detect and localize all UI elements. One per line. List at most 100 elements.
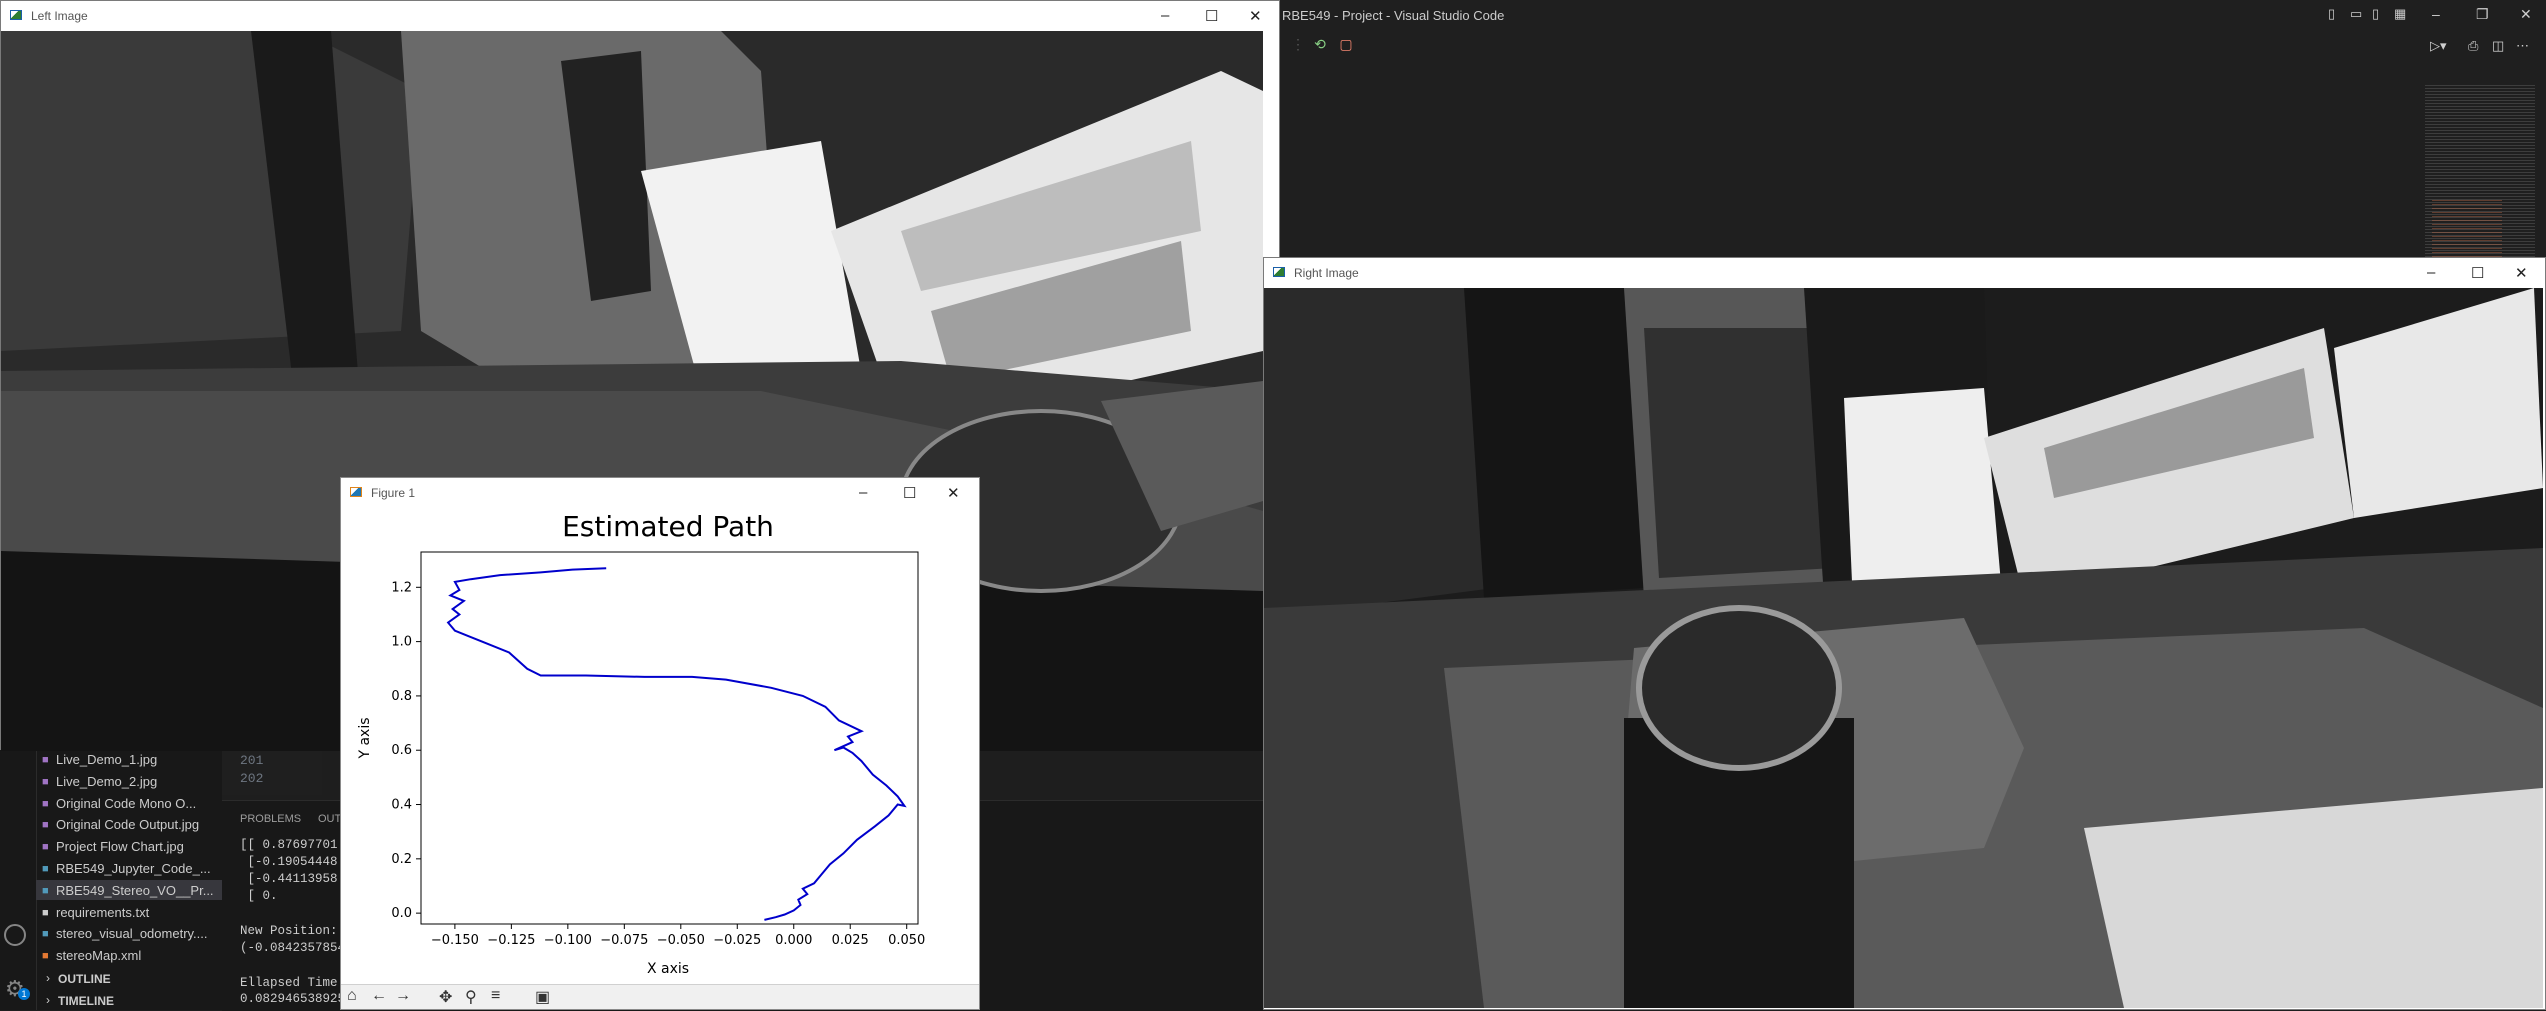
figure-window: Figure 1 – ☐ ✕ Estimated Path −0.150 −0.1… [340,477,980,1010]
explorer-file-item[interactable]: Original Code Mono O... [56,796,196,811]
restart-icon[interactable]: ⟲ [1312,36,1328,52]
minimize-icon[interactable]: – [2427,264,2435,281]
print-icon[interactable]: ⎙ [2468,38,2478,54]
tab-output[interactable]: OUT [318,813,341,825]
activity-bar [0,745,37,1010]
image-file-icon: ■ [42,776,49,788]
terminal-line: 0.0829465389257 [240,992,353,1006]
pan-icon[interactable]: ✥ [439,987,452,1007]
timeline-chevron-icon[interactable]: › [46,993,50,1007]
line-number: 202 [240,771,264,786]
explorer-file-item[interactable]: RBE549_Stereo_VO__Pr... [56,883,214,898]
y-tick-label: 1.0 [391,635,412,650]
configure-subplots-icon[interactable]: ≡ [491,987,500,1005]
minimap-highlight [2432,200,2502,260]
close-icon[interactable]: ✕ [2515,264,2528,282]
terminal-line: [-0.19054448 [240,855,338,869]
minimize-icon[interactable]: – [1161,7,1169,24]
tab-problems[interactable]: PROBLEMS [240,813,301,825]
notebook-file-icon: ■ [42,885,49,897]
notebook-file-icon: ■ [42,863,49,875]
y-axis-label: Y axis [357,717,373,759]
plot-area [420,551,919,925]
forward-icon[interactable]: → [395,987,411,1005]
explorer-file-item[interactable]: RBE549_Jupyter_Code_... [56,861,211,876]
stop-icon[interactable]: ▢ [1338,36,1354,52]
save-icon[interactable]: ▣ [535,987,550,1007]
right-camera-image [1264,288,2543,1008]
home-icon[interactable]: ⌂ [347,987,357,1005]
close-icon[interactable]: ✕ [947,484,960,502]
image-file-icon: ■ [42,819,49,831]
terminal-line: (-0.0842357854 [240,941,346,955]
editor-area[interactable] [1280,60,2546,260]
x-tick-label: 0.050 [888,933,925,948]
y-tick-label: 0.8 [391,689,412,704]
back-icon[interactable]: ← [371,987,387,1005]
explorer-file-item[interactable]: requirements.txt [56,905,149,920]
toggle-sidebar-icon[interactable]: ▯ [2328,6,2335,22]
close-icon[interactable]: ✕ [1249,7,1262,25]
explorer-file-item[interactable]: Live_Demo_2.jpg [56,774,157,789]
explorer-file-item[interactable]: stereo_visual_odometry.... [56,926,208,941]
left-window-titlebar[interactable]: Left Image – ☐ ✕ [1,1,1279,31]
zoom-icon[interactable]: ⚲ [465,987,477,1007]
right-window-titlebar[interactable]: Right Image – ☐ ✕ [1264,258,2545,288]
image-file-icon: ■ [42,841,49,853]
x-tick-label: −0.100 [544,933,592,948]
window-app-icon [10,10,22,20]
x-tick-label: −0.050 [657,933,705,948]
vscode-restore-icon[interactable]: ❐ [2476,6,2489,23]
text-file-icon: ■ [42,907,49,919]
outline-chevron-icon[interactable]: › [46,971,50,985]
toggle-panel-icon[interactable]: ▭ [2350,6,2362,22]
xml-file-icon: ■ [42,950,49,962]
toggle-secondary-sidebar-icon[interactable]: ▯ [2372,6,2379,22]
terminal-line: Ellapsed Time: [240,976,346,990]
drag-handle-icon[interactable]: ⋮ [1290,36,1306,52]
matplotlib-icon [350,487,362,497]
x-tick-label: −0.125 [487,933,535,948]
terminal-line: [ 0. [240,889,278,903]
x-tick-label: −0.075 [600,933,648,948]
chart-title: Estimated Path [562,510,774,543]
image-file-icon: ■ [42,754,49,766]
customize-layout-icon[interactable]: ▦ [2394,6,2406,22]
figure-title: Figure 1 [371,486,416,500]
maximize-icon[interactable]: ☐ [1205,7,1218,25]
run-icon[interactable]: ▷▾ [2430,38,2447,54]
y-tick-label: 1.2 [391,580,412,595]
explorer-file-item[interactable]: Original Code Output.jpg [56,817,199,832]
x-tick-label: −0.025 [713,933,761,948]
vscode-close-icon[interactable]: ✕ [2520,6,2532,23]
account-icon[interactable] [4,924,26,946]
right-image-window: Right Image – ☐ ✕ [1263,257,2546,1010]
more-actions-icon[interactable]: ⋯ [2516,38,2529,54]
x-tick-label: −0.150 [431,933,479,948]
line-number: 201 [240,753,264,768]
python-file-icon: ■ [42,928,49,940]
left-window-title: Left Image [31,9,88,23]
figure-toolbar: ⌂ ← → ✥ ⚲ ≡ ▣ [341,984,979,1009]
terminal-line: [-0.44113958 [240,872,338,886]
vscode-minimize-icon[interactable]: – [2432,6,2440,22]
terminal-line: New Position: [240,924,338,938]
maximize-icon[interactable]: ☐ [2471,264,2484,282]
timeline-section[interactable]: TIMELINE [58,994,114,1008]
image-file-icon: ■ [42,798,49,810]
split-editor-icon[interactable]: ◫ [2492,38,2504,54]
outline-section[interactable]: OUTLINE [58,972,111,986]
estimated-path-chart: Estimated Path −0.150 −0.125 −0.100 −0.075−… [357,510,925,977]
explorer-file-item[interactable]: Live_Demo_1.jpg [56,752,157,767]
notification-badge: 1 [18,988,30,1000]
terminal-line: [[ 0.87697701 [240,838,338,852]
explorer-file-item[interactable]: Project Flow Chart.jpg [56,839,184,854]
vscode-window-title: RBE549 - Project - Visual Studio Code [1282,8,1505,23]
minimize-icon[interactable]: – [859,484,867,501]
explorer-file-item[interactable]: stereoMap.xml [56,948,141,963]
y-tick-label: 0.0 [391,906,412,921]
figure-titlebar[interactable]: Figure 1 – ☐ ✕ [341,478,979,506]
maximize-icon[interactable]: ☐ [903,484,916,502]
x-tick-label: 0.025 [832,933,869,948]
y-tick-label: 0.2 [391,852,412,867]
